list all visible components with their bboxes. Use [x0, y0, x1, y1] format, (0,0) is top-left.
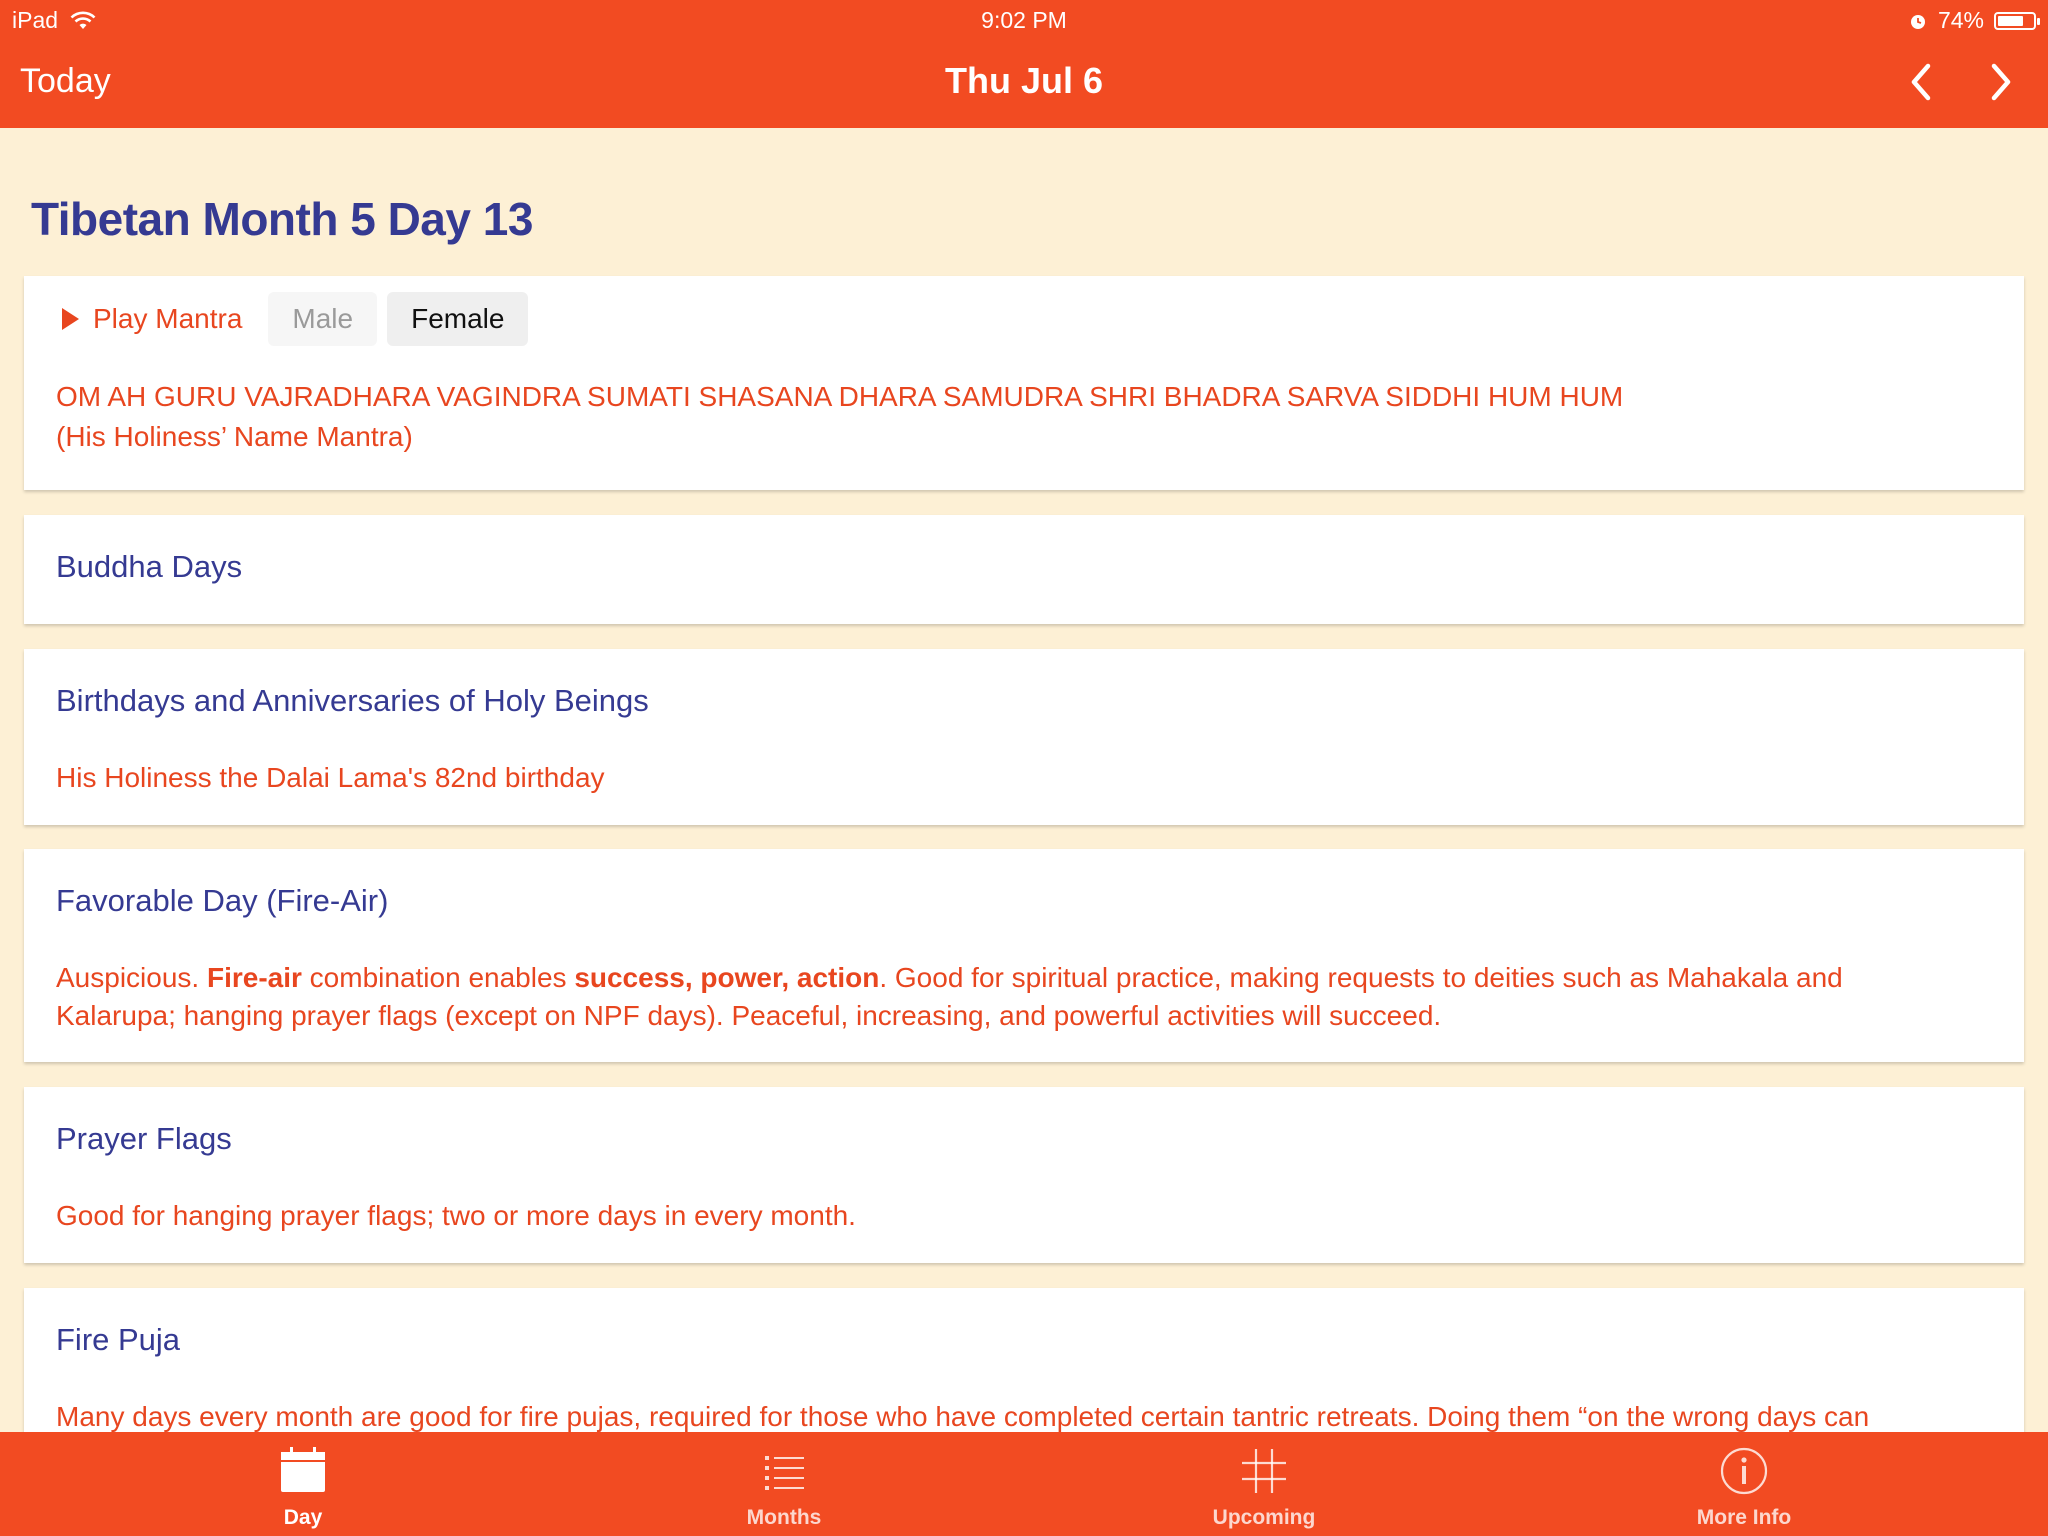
prayer-flags-body: Good for hanging prayer flags; two or mo…: [56, 1200, 856, 1231]
alarm-icon: [1910, 14, 1925, 29]
chevron-right-icon: [1991, 63, 2011, 101]
tab-months[interactable]: Months: [528, 1432, 1040, 1536]
nav-bar: Today Thu Jul 6: [0, 40, 2048, 128]
chevron-left-icon: [1911, 63, 1931, 101]
buddha-days-title: Buddha Days: [56, 549, 243, 584]
mantra-controls: Play Mantra Male Female: [48, 292, 529, 346]
tab-months-label: Months: [746, 1506, 822, 1529]
prayer-flags-title: Prayer Flags: [56, 1121, 232, 1156]
tibetan-date-heading: Tibetan Month 5 Day 13: [31, 193, 533, 245]
favorable-day-card: Favorable Day (Fire-Air) Auspicious. Fir…: [24, 849, 2024, 1062]
tab-day[interactable]: Day: [47, 1432, 559, 1536]
status-right: 74%: [1908, 7, 2040, 34]
mantra-card: Play Mantra Male Female OM AH GURU VAJRA…: [24, 276, 2024, 490]
voice-female-option[interactable]: Female: [387, 292, 529, 346]
battery-fill: [1998, 15, 2024, 26]
play-mantra-label: Play Mantra: [93, 303, 243, 334]
mantra-caption: (His Holiness’ Name Mantra): [56, 421, 413, 452]
tab-upcoming-label: Upcoming: [1212, 1506, 1316, 1529]
favorable-text-1: Auspicious.: [56, 962, 207, 993]
list-icon: [765, 1456, 804, 1490]
favorable-day-title: Favorable Day (Fire-Air): [56, 883, 389, 918]
birthdays-card: Birthdays and Anniversaries of Holy Bein…: [24, 649, 2024, 825]
tab-day-label: Day: [283, 1506, 323, 1529]
today-button[interactable]: Today: [20, 62, 111, 101]
page-title: Thu Jul 6: [944, 60, 1103, 101]
battery-icon: [1994, 11, 2040, 30]
mantra-text: OM AH GURU VAJRADHARA VAGINDRA SUMATI SH…: [56, 378, 1954, 456]
prayer-flags-card: Prayer Flags Good for hanging prayer fla…: [24, 1087, 2024, 1263]
favorable-bold-2: success, power, action: [574, 962, 880, 993]
tab-more-info[interactable]: More Info: [1488, 1432, 2000, 1536]
hash-icon: [1242, 1449, 1286, 1493]
status-time: 9:02 PM: [981, 7, 1067, 33]
tab-more-info-label: More Info: [1696, 1506, 1792, 1529]
fire-puja-body: Many days every month are good for fire …: [56, 1401, 1870, 1432]
play-icon: [62, 308, 79, 330]
battery-percent: 74%: [1937, 7, 1984, 33]
favorable-bold-1: Fire-air: [206, 962, 302, 993]
next-day-button[interactable]: [1978, 60, 2022, 104]
favorable-day-body: Auspicious. Fire-air combination enables…: [56, 959, 1954, 1035]
play-mantra-button[interactable]: Play Mantra: [48, 293, 256, 345]
buddha-days-card: Buddha Days: [24, 515, 2024, 624]
birthdays-body: His Holiness the Dalai Lama's 82nd birth…: [56, 762, 605, 793]
mantra-line: OM AH GURU VAJRADHARA VAGINDRA SUMATI SH…: [56, 381, 1624, 412]
voice-male-option[interactable]: Male: [268, 292, 378, 346]
tab-upcoming[interactable]: Upcoming: [1008, 1432, 1520, 1536]
status-bar: iPad 9:02 PM 74%: [0, 0, 2048, 40]
favorable-text-2: combination enables: [301, 962, 575, 993]
fire-puja-card: Fire Puja Many days every month are good…: [24, 1288, 2024, 1448]
tab-bar: Day Months Upcoming More Info: [0, 1432, 2048, 1536]
fire-puja-title: Fire Puja: [56, 1322, 181, 1357]
birthdays-title: Birthdays and Anniversaries of Holy Bein…: [56, 683, 649, 718]
info-icon: [1720, 1447, 1768, 1495]
previous-day-button[interactable]: [1900, 60, 1944, 104]
calendar-icon: [281, 1447, 325, 1492]
